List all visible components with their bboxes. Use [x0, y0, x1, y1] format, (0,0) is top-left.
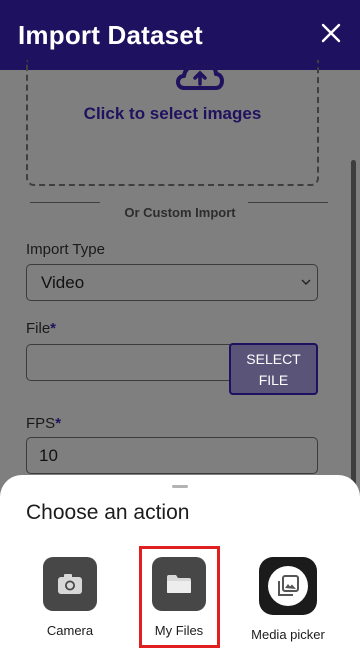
import-type-value: Video — [41, 272, 85, 292]
camera-action[interactable]: Camera — [20, 557, 120, 638]
select-file-button[interactable]: SELECT FILE — [229, 343, 318, 395]
import-type-select[interactable]: Video — [26, 264, 318, 301]
gallery-icon — [278, 575, 299, 596]
sheet-drag-handle[interactable] — [172, 485, 188, 488]
camera-icon — [58, 574, 82, 594]
divider-line-left — [30, 202, 100, 203]
fps-field[interactable]: 10 — [26, 437, 318, 474]
required-marker: * — [55, 415, 62, 432]
divider-line-right — [248, 202, 328, 203]
media-picker-action[interactable]: Media picker — [238, 557, 338, 642]
camera-app-icon — [43, 557, 97, 611]
fps-label: FPS* — [26, 415, 61, 432]
required-marker: * — [50, 320, 57, 337]
select-file-button-line2: FILE — [258, 372, 289, 388]
image-upload-dropzone[interactable]: Click to select images — [26, 60, 319, 186]
file-label-text: File — [26, 320, 51, 337]
file-label: File* — [26, 320, 56, 337]
file-path-field[interactable] — [26, 344, 230, 381]
custom-import-divider-label: Or Custom Import — [124, 205, 236, 220]
close-button[interactable] — [320, 20, 342, 46]
sheet-title: Choose an action — [26, 501, 190, 524]
page-title: Import Dataset — [18, 19, 203, 50]
import-type-label: Import Type — [26, 241, 105, 258]
camera-action-label: Camera — [46, 623, 94, 638]
cloud-upload-icon — [176, 63, 224, 90]
media-picker-action-label: Media picker — [251, 627, 325, 642]
select-file-button-line1: SELECT — [246, 351, 301, 367]
chevron-down-icon — [301, 279, 311, 285]
close-icon — [321, 23, 341, 43]
scrollbar[interactable] — [351, 160, 356, 490]
upload-prompt: Click to select images — [83, 104, 262, 123]
fps-label-text: FPS — [26, 415, 56, 432]
my-files-highlight-box — [139, 546, 220, 648]
media-picker-app-icon — [259, 557, 317, 615]
media-picker-badge — [268, 566, 308, 606]
